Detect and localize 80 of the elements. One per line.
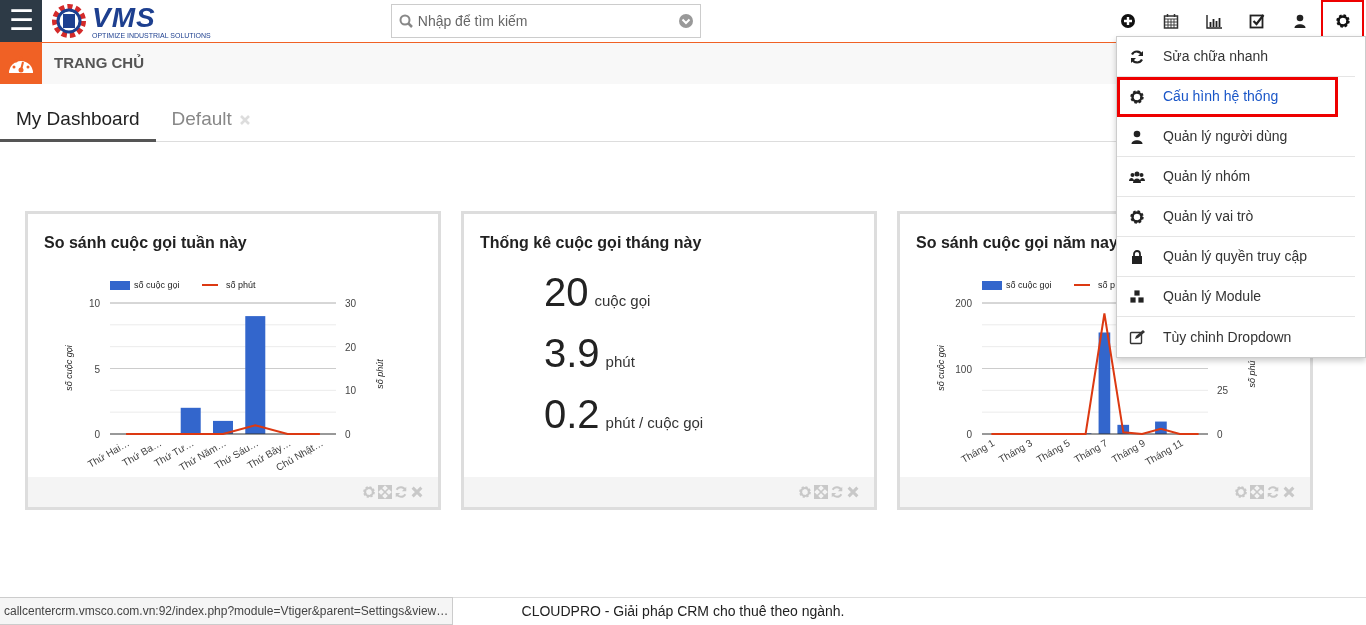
- status-url: callcentercrm.vmsco.com.vn:92/index.php?module=Vtiger&parent=Settings&view…: [0, 597, 454, 625]
- axis-tick-label: 20: [345, 341, 357, 353]
- stat-value: 0.2: [544, 392, 600, 436]
- user-icon: [1129, 128, 1145, 145]
- checkbox-icon: [1248, 13, 1265, 29]
- axis-tick-label: 30: [345, 298, 357, 309]
- axis-tick-label: Tháng 7: [1072, 437, 1110, 466]
- add-icon: [1119, 13, 1136, 29]
- close-icon[interactable]: [239, 114, 250, 125]
- menu-item[interactable]: Quản lý vai trò: [1117, 197, 1355, 237]
- logo-text: VMS: [92, 3, 156, 32]
- page-title: TRANG CHỦ: [54, 53, 144, 74]
- fullscreen-icon[interactable]: [1250, 485, 1264, 499]
- settings-icon[interactable]: [362, 485, 376, 499]
- search-icon: [398, 14, 413, 28]
- fullscreen-icon[interactable]: [378, 485, 392, 499]
- fullscreen-icon[interactable]: [814, 485, 828, 499]
- menu-item[interactable]: Cấu hình hệ thống: [1117, 77, 1338, 117]
- lock-icon: [1129, 248, 1145, 265]
- bar-chart-icon: [1205, 13, 1222, 29]
- tab[interactable]: My Dashboard: [0, 100, 156, 142]
- edit-icon: [1129, 329, 1145, 345]
- settings-icon[interactable]: [1234, 485, 1248, 499]
- legend-label: số cuộc gọi: [134, 280, 180, 290]
- close-icon[interactable]: [1282, 485, 1296, 499]
- refresh-icon[interactable]: [830, 485, 844, 499]
- menu-item[interactable]: Sửa chữa nhanh: [1117, 37, 1355, 77]
- axis-tick-label: 25: [1217, 385, 1229, 397]
- axis-tick-label: 0: [345, 429, 351, 440]
- widget-title: So sánh cuộc gọi tuần này: [44, 233, 247, 253]
- axis-tick-label: 10: [345, 385, 357, 397]
- cubes-icon: [1129, 288, 1145, 305]
- settings-icon[interactable]: [798, 485, 812, 499]
- bar: [1155, 421, 1167, 434]
- axis-tick-label: 5: [94, 363, 100, 375]
- bar: [1117, 424, 1130, 434]
- axis-tick-label: 0: [1217, 429, 1223, 440]
- gear-icon: [1129, 88, 1145, 105]
- bar: [213, 420, 233, 434]
- axis-title: số cuộc gọi: [936, 345, 946, 391]
- menu-item[interactable]: Quản lý nhóm: [1117, 157, 1355, 197]
- axis-tick-label: 100: [955, 363, 972, 375]
- menu-button[interactable]: ☰: [0, 0, 42, 42]
- close-icon[interactable]: [410, 485, 424, 499]
- calendar-icon: [1162, 13, 1179, 29]
- refresh-icon[interactable]: [394, 485, 408, 499]
- dropdown-icon[interactable]: [678, 14, 693, 28]
- tab[interactable]: Default: [155, 100, 266, 142]
- refresh-icon: [1129, 48, 1145, 65]
- axis-title: số cuộc gọi: [64, 345, 74, 391]
- gear-icon: [1129, 208, 1145, 225]
- menu-item[interactable]: Quản lý Module: [1117, 277, 1355, 317]
- stat-value: 20: [544, 270, 589, 314]
- refresh-icon[interactable]: [1266, 485, 1280, 499]
- axis-tick-label: Tháng 3: [996, 437, 1035, 466]
- widget-title: So sánh cuộc gọi năm nay: [916, 233, 1118, 253]
- settings-icon: [1334, 13, 1351, 29]
- search-field[interactable]: Nhập để tìm kiếm: [390, 4, 701, 38]
- axis-tick-label: 0: [966, 429, 972, 440]
- stat-value: 3.9: [544, 331, 600, 375]
- axis-tick-label: Tháng 5: [1034, 437, 1072, 466]
- stat-unit: cuộc gọi: [594, 291, 651, 311]
- bar: [180, 407, 201, 434]
- axis-title: số phú: [1247, 360, 1257, 388]
- axis-tick-label: 0: [94, 429, 100, 440]
- stat-unit: phút: [605, 352, 635, 372]
- legend-label: số p: [1098, 280, 1115, 290]
- widget-title: Thống kê cuộc gọi tháng này: [480, 233, 702, 253]
- axis-tick-label: 200: [955, 298, 972, 309]
- legend-label: số phút: [226, 280, 256, 290]
- menu-item[interactable]: Tùy chỉnh Dropdown: [1117, 317, 1355, 357]
- axis-title: số phút: [375, 359, 385, 389]
- axis-tick-label: Tháng 1: [959, 437, 997, 466]
- menu-item[interactable]: Quản lý quyền truy cập: [1117, 237, 1355, 277]
- footer-text: CLOUDPRO - Giải pháp CRM cho thuê theo ngành.: [521, 602, 845, 621]
- legend-label: số cuộc gọi: [1006, 280, 1052, 290]
- stat-unit: phút / cuộc gọi: [605, 413, 704, 433]
- menu-item[interactable]: Quản lý người dùng: [1117, 117, 1355, 157]
- axis-tick-label: 10: [88, 298, 100, 309]
- close-icon[interactable]: [846, 485, 860, 499]
